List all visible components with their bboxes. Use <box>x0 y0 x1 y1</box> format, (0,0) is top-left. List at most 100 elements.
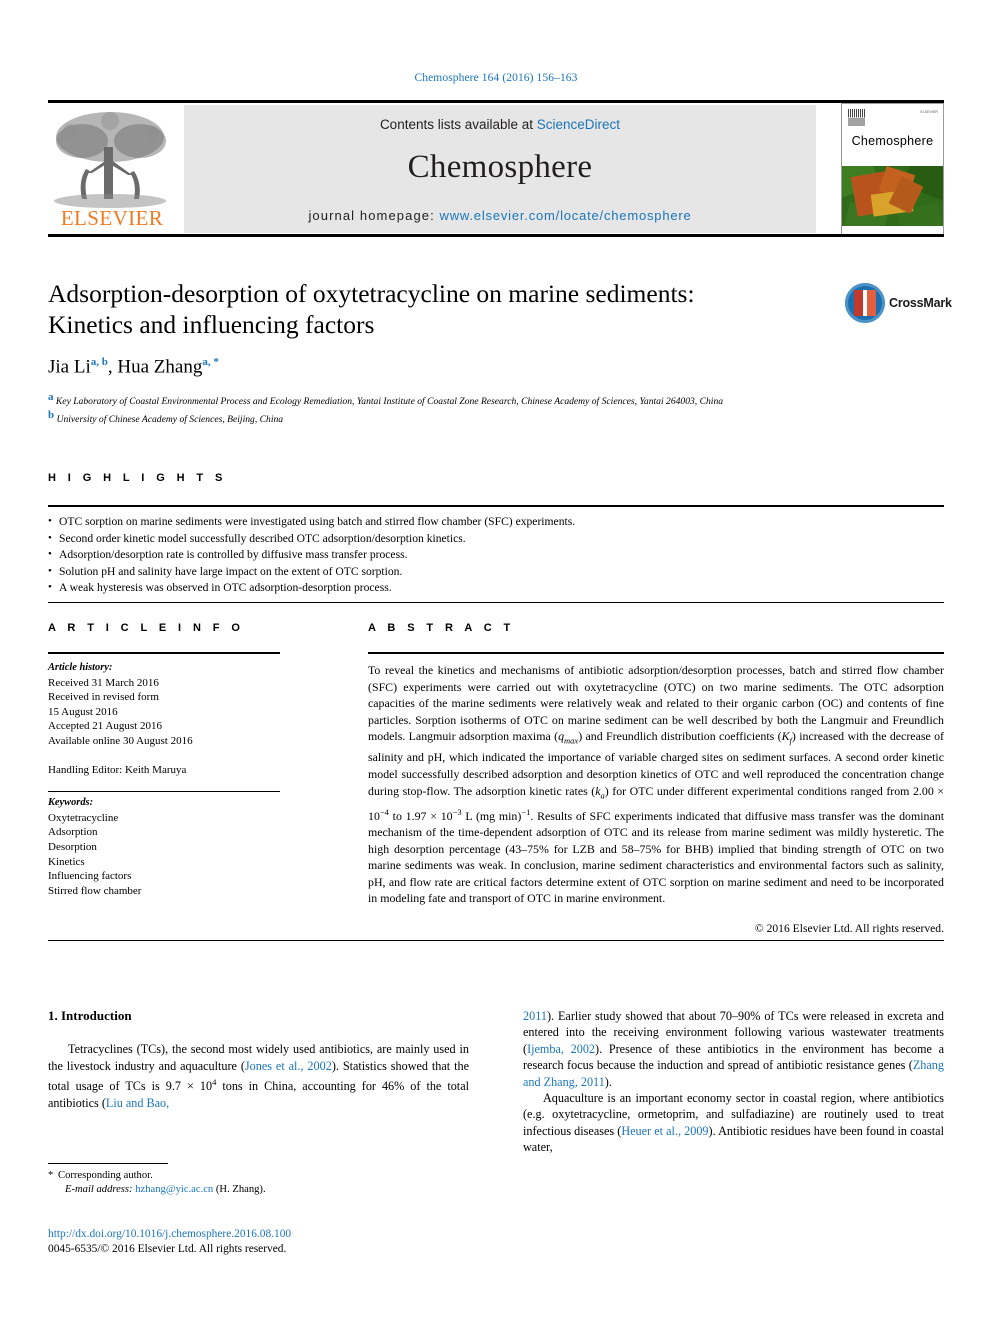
doi-block: http://dx.doi.org/10.1016/j.chemosphere.… <box>48 1227 548 1257</box>
footnote-rule <box>48 1163 168 1164</box>
crossmark-book-icon <box>854 290 876 316</box>
qmax-subscript: max <box>564 735 579 746</box>
abstract-part-6: L (mg min) <box>461 808 522 823</box>
title-block: Adsorption-desorption of oxytetracycline… <box>48 278 838 426</box>
keyword-item: Adsorption <box>48 826 98 839</box>
list-item: Solution pH and salinity have large impa… <box>48 563 944 581</box>
email-line: E-mail address: hzhang@yic.ac.cn (H. Zha… <box>48 1183 469 1197</box>
highlights-section: H I G H L I G H T S OTC sorption on mari… <box>48 472 944 603</box>
title-line-2: Kinetics and influencing factors <box>48 310 375 339</box>
author-1-affil-marks: a, b <box>90 356 108 368</box>
history-line: Accepted 21 August 2016 <box>48 720 162 733</box>
masthead-bottom-rule <box>48 234 944 237</box>
keyword-item: Influencing factors <box>48 870 132 883</box>
article-history-label: Article history: <box>48 662 113 673</box>
band-bottom-rule <box>48 940 944 941</box>
body-column-left: 1. Introduction Tetracyclines (TCs), the… <box>48 1008 469 1111</box>
history-line: Received in revised form <box>48 691 159 704</box>
abstract-text: To reveal the kinetics and mechanisms of… <box>368 654 944 907</box>
crossmark-circle-icon <box>845 283 885 323</box>
history-line: Available online 30 August 2016 <box>48 734 193 747</box>
keywords-label: Keywords: <box>48 797 94 809</box>
affiliation-b-mark: b <box>48 408 55 421</box>
intro-right-c: ). <box>604 1074 612 1089</box>
list-item: OTC sorption on marine sediments were in… <box>48 513 944 531</box>
keyword-item: Desorption <box>48 840 97 853</box>
body-column-right: 2011). Earlier study showed that about 7… <box>523 1008 944 1156</box>
abstract-part-7: . Results of SFC experiments indicated t… <box>368 808 945 906</box>
author-list: Jia Lia, b, Hua Zhanga, * <box>48 356 219 378</box>
list-item: A weak hysteresis was observed in OTC ad… <box>48 579 944 597</box>
author-name-1: Jia Li <box>48 356 91 378</box>
article-history-block: Article history: Received 31 March 2016 … <box>48 654 280 898</box>
exponent-1: −4 <box>379 806 389 817</box>
abstract-heading: A B S T R A C T <box>368 622 515 634</box>
highlights-bottom-rule <box>48 602 944 603</box>
affiliation-a-mark: a <box>48 391 54 404</box>
abstract-part-2: ) and Freundlich distribution coefficien… <box>578 729 782 744</box>
abstract-column: A B S T R A C T To reveal the kinetics a… <box>368 622 944 935</box>
contents-prefix: Contents lists available at <box>379 117 537 132</box>
history-line: 15 August 2016 <box>48 705 118 718</box>
doi-link[interactable]: http://dx.doi.org/10.1016/j.chemosphere.… <box>48 1227 548 1242</box>
intro-paragraph-1-left: Tetracyclines (TCs), the second most wid… <box>48 1041 469 1111</box>
keyword-item: Oxytetracycline <box>48 811 119 824</box>
email-label: E-mail address: <box>65 1184 133 1195</box>
page-title: Adsorption-desorption of oxytetracycline… <box>48 278 838 340</box>
corresponding-author-line: * Corresponding author. <box>48 1169 469 1183</box>
masthead-grey-band: Contents lists available at ScienceDirec… <box>184 105 816 233</box>
journal-cover-thumbnail: ELSEVIER Chemosphere <box>841 103 944 235</box>
affiliation-list: a Key Laboratory of Coastal Environmenta… <box>48 391 838 425</box>
list-item: Adsorption/desorption rate is controlled… <box>48 546 944 564</box>
article-info-column: A R T I C L E I N F O Article history: R… <box>48 622 280 898</box>
citation-heuer-2009[interactable]: Heuer et al., 2009 <box>621 1124 708 1138</box>
highlights-list: OTC sorption on marine sediments were in… <box>48 507 944 597</box>
running-head: Chemosphere 164 (2016) 156–163 <box>414 72 578 84</box>
abstract-copyright: © 2016 Elsevier Ltd. All rights reserved… <box>754 922 944 936</box>
kf-symbol: K <box>781 729 790 744</box>
keywords-rule <box>48 791 280 793</box>
elsevier-logo: ELSEVIER <box>48 105 176 233</box>
intro-paragraph-2-right: Aquaculture is an important economy sect… <box>523 1090 944 1156</box>
citation-liu-bao-year[interactable]: 2011 <box>523 1009 547 1023</box>
issn-copyright-line: 0045-6535/© 2016 Elsevier Ltd. All right… <box>48 1243 287 1255</box>
cover-footer <box>842 226 943 234</box>
article-info-heading: A R T I C L E I N F O <box>48 622 245 634</box>
citation-liu-bao[interactable]: Liu and Bao, <box>106 1096 169 1110</box>
affiliation-b: b University of Chinese Academy of Scien… <box>48 409 838 426</box>
cover-journal-title: Chemosphere <box>851 134 934 148</box>
handling-editor: Handling Editor: Keith Maruya <box>48 763 187 776</box>
masthead-top-rule <box>48 100 944 103</box>
history-line: Received 31 March 2016 <box>48 676 159 689</box>
homepage-prefix: journal homepage: <box>308 208 440 223</box>
email-link[interactable]: hzhang@yic.ac.cn <box>135 1184 213 1195</box>
elsevier-tree-icon <box>54 112 166 208</box>
author-name-2: Hua Zhang <box>117 356 203 378</box>
affiliation-a-text: Key Laboratory of Coastal Environmental … <box>55 396 724 408</box>
journal-masthead: ELSEVIER Contents lists available at Sci… <box>48 100 944 237</box>
keyword-item: Stirred flow chamber <box>48 884 142 897</box>
cover-publisher-text: ELSEVIER <box>920 110 938 114</box>
citation-ijemba-2002[interactable]: Ijemba, 2002 <box>527 1042 595 1056</box>
keyword-item: Kinetics <box>48 855 85 868</box>
list-item: Second order kinetic model successfully … <box>48 530 944 548</box>
abstract-part-5: to 1.97 × 10 <box>388 808 453 823</box>
journal-homepage-line: journal homepage: www.elsevier.com/locat… <box>184 208 816 223</box>
intro-paragraph-1-right: 2011). Earlier study showed that about 7… <box>523 1008 944 1090</box>
author-2-affil-marks: a, * <box>202 356 219 368</box>
affiliation-a: a Key Laboratory of Coastal Environmenta… <box>48 391 838 408</box>
sciencedirect-link[interactable]: ScienceDirect <box>537 117 620 132</box>
journal-homepage-link[interactable]: www.elsevier.com/locate/chemosphere <box>440 208 692 223</box>
crossmark-label: CrossMark <box>889 296 952 310</box>
highlights-heading: H I G H L I G H T S <box>48 472 227 484</box>
cover-artwork <box>842 166 943 226</box>
article-page: Chemosphere 164 (2016) 156–163 ELSEVIER … <box>0 0 992 1323</box>
elsevier-wordmark: ELSEVIER <box>60 206 164 230</box>
section-heading-introduction: 1. Introduction <box>48 1008 132 1023</box>
barcode-icon <box>848 109 865 126</box>
exponent-2: −3 <box>452 806 462 817</box>
corresponding-author-footnote: * Corresponding author. E-mail address: h… <box>48 1163 469 1197</box>
citation-jones-2002[interactable]: Jones et al., 2002 <box>245 1059 332 1073</box>
title-line-1: Adsorption-desorption of oxytetracycline… <box>48 279 695 308</box>
crossmark-badge[interactable]: CrossMark <box>845 283 952 329</box>
